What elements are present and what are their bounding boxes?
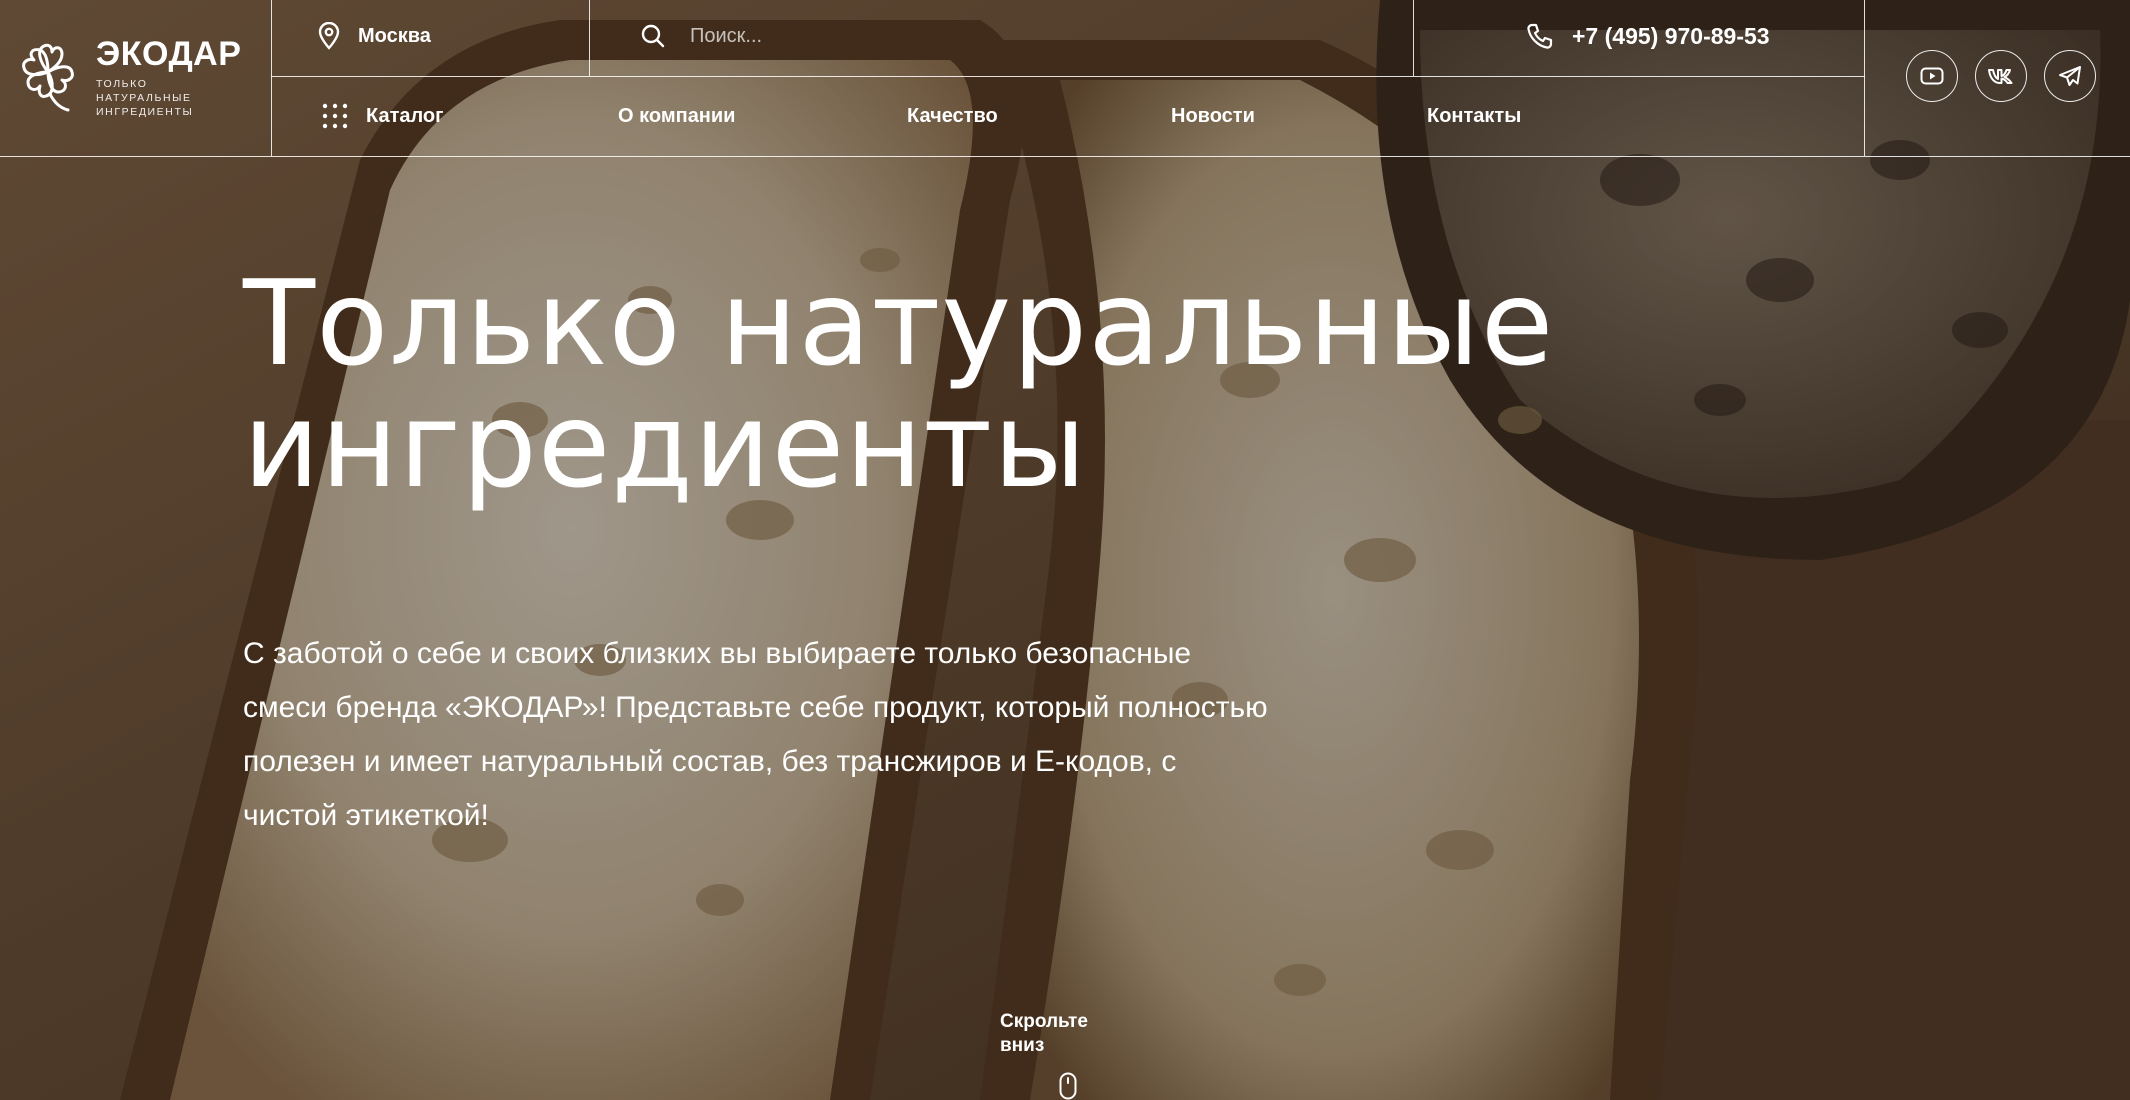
site-header: ЭКОДАР ТОЛЬКО НАТУРАЛЬНЫЕ ИНГРЕДИЕНТЫ Мо… <box>0 0 2130 157</box>
telegram-icon <box>2059 66 2081 86</box>
city-selector[interactable]: Москва <box>318 20 431 52</box>
divider <box>271 0 272 156</box>
hero-title: Только натуральные ингредиенты <box>243 262 1743 506</box>
logo[interactable]: ЭКОДАР ТОЛЬКО НАТУРАЛЬНЫЕ ИНГРЕДИЕНТЫ <box>18 35 258 118</box>
city-label: Москва <box>358 24 431 47</box>
vk-button[interactable] <box>1975 50 2027 102</box>
hero-description: С заботой о себе и своих близких вы выби… <box>243 637 1268 832</box>
nav-item-catalog[interactable]: Каталог <box>322 100 443 132</box>
brand-tagline: ТОЛЬКО НАТУРАЛЬНЫЕ ИНГРЕДИЕНТЫ <box>96 78 194 118</box>
hero-title-line-1: Только натуральные <box>243 254 1555 392</box>
nav-item-label: О компании <box>618 104 736 127</box>
vk-icon <box>1988 69 2013 84</box>
phone-number: +7 (495) 970-89-53 <box>1572 22 1770 49</box>
nav-item-label: Новости <box>1171 104 1255 127</box>
mouse-icon <box>1059 1072 1077 1100</box>
divider <box>589 0 590 76</box>
search-input[interactable] <box>688 23 1292 49</box>
nav-item-label: Контакты <box>1427 104 1522 127</box>
location-pin-icon <box>318 22 340 50</box>
youtube-button[interactable] <box>1906 50 1958 102</box>
hero-title-line-2: ингредиенты <box>243 376 1088 514</box>
divider <box>271 76 1865 77</box>
clover-logo-icon <box>22 43 74 112</box>
phone-link[interactable]: +7 (495) 970-89-53 <box>1526 20 1770 52</box>
search-icon[interactable] <box>640 23 666 49</box>
telegram-button[interactable] <box>2044 50 2096 102</box>
search-bar[interactable] <box>640 18 1340 54</box>
divider <box>1864 0 1865 156</box>
nav-item-contacts[interactable]: Контакты <box>1427 100 1521 132</box>
grid-dots-icon <box>322 103 348 129</box>
hero-overlay <box>0 0 2130 1100</box>
nav-item-about[interactable]: О компании <box>618 100 735 132</box>
youtube-icon <box>1920 67 1944 85</box>
nav-item-label: Каталог <box>366 104 444 127</box>
scroll-down-label: Скрольте вниз <box>1000 1011 1088 1056</box>
brand-name: ЭКОДАР <box>96 35 242 73</box>
scroll-down-hint[interactable]: Скрольте вниз <box>1000 1010 1136 1100</box>
nav-item-quality[interactable]: Качество <box>907 100 998 132</box>
nav-item-label: Качество <box>907 104 998 127</box>
phone-icon <box>1527 23 1553 49</box>
divider <box>1413 0 1414 76</box>
nav-item-news[interactable]: Новости <box>1171 100 1255 132</box>
